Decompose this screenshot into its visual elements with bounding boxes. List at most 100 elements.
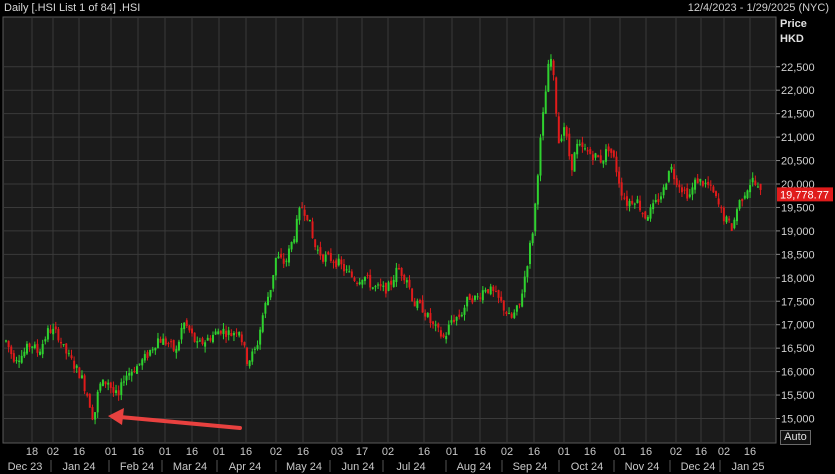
- candle-body: [607, 146, 610, 152]
- candle-body: [751, 177, 754, 183]
- candle-body: [424, 312, 427, 317]
- candle-body: [353, 277, 356, 281]
- candle-body: [180, 327, 183, 340]
- candle-body: [466, 296, 469, 307]
- auto-scale-button[interactable]: Auto: [780, 430, 811, 445]
- y-tick-label: 15,000: [781, 414, 815, 426]
- candle-body: [688, 194, 691, 197]
- x-tick-label-day: 16: [744, 446, 756, 458]
- candle-body: [33, 344, 36, 348]
- candle-body: [301, 207, 304, 209]
- candle-body: [67, 353, 70, 355]
- candle-body: [552, 60, 555, 76]
- x-tick-label-day: 02: [718, 446, 730, 458]
- candle-body: [701, 181, 704, 186]
- candle-body: [641, 213, 644, 215]
- candle-body: [141, 359, 144, 366]
- candle-body: [256, 345, 259, 350]
- y-tick-label: 21,000: [781, 132, 815, 144]
- candle-body: [515, 305, 518, 312]
- candle-body: [646, 216, 649, 221]
- candle-body: [654, 200, 657, 203]
- currency-axis-label: HKD: [780, 33, 804, 45]
- candle-body: [60, 341, 63, 344]
- candle-body: [602, 160, 605, 164]
- candle-body: [625, 196, 628, 206]
- candle-body: [322, 254, 325, 262]
- candle-body: [411, 288, 414, 301]
- candle-body: [492, 286, 495, 292]
- candle-body: [44, 339, 47, 342]
- candle-body: [434, 324, 437, 326]
- candle-body: [149, 350, 152, 356]
- candle-body: [518, 303, 521, 305]
- candle-body: [49, 329, 52, 333]
- x-tick-label-month: Oct 24: [571, 461, 603, 473]
- candle-body: [46, 328, 49, 340]
- candle-body: [526, 266, 529, 277]
- y-tick-label: 17,000: [781, 320, 815, 332]
- candle-body: [565, 126, 568, 137]
- y-tick-label: 16,500: [781, 343, 815, 355]
- candle-body: [756, 186, 759, 188]
- candle-body: [78, 367, 81, 379]
- candle-body: [188, 325, 191, 331]
- candle-body: [531, 233, 534, 244]
- x-tick-label-day: 01: [105, 446, 117, 458]
- candle-body: [709, 184, 712, 186]
- x-tick-label-month: Mar 24: [173, 461, 207, 473]
- candle-body: [88, 394, 91, 408]
- candle-body: [573, 152, 576, 172]
- candle-body: [728, 218, 731, 221]
- candle-body: [657, 199, 660, 202]
- candle-body: [274, 257, 277, 276]
- candle-body: [261, 315, 264, 332]
- candle-body: [219, 330, 222, 334]
- candle-body: [225, 330, 228, 337]
- candle-body: [10, 346, 13, 355]
- candle-body: [612, 150, 615, 157]
- candle-body: [413, 301, 416, 307]
- candle-body: [620, 182, 623, 196]
- candle-body: [749, 185, 752, 193]
- x-tick-label-month: Jan 24: [62, 461, 95, 473]
- candle-body: [489, 286, 492, 295]
- x-tick-label-month: Dec 24: [681, 461, 716, 473]
- candle-body: [12, 353, 15, 362]
- candle-body: [5, 340, 7, 342]
- candle-body: [374, 286, 377, 288]
- candle-body: [418, 299, 421, 303]
- candle-body: [36, 343, 39, 353]
- candle-body: [248, 360, 251, 367]
- candle-body: [206, 337, 209, 341]
- candle-body: [447, 324, 450, 335]
- candle-body: [217, 331, 220, 335]
- x-tick-label-month: Apr 24: [229, 461, 261, 473]
- candle-body: [285, 260, 288, 262]
- candle-body: [282, 258, 285, 264]
- candle-body: [746, 190, 749, 199]
- candle-body: [563, 127, 566, 136]
- x-tick-label-day: 16: [240, 446, 252, 458]
- candle-body: [238, 332, 241, 336]
- candle-body: [358, 282, 361, 285]
- candle-body: [500, 296, 503, 301]
- candle-body: [497, 290, 500, 298]
- candle-body: [508, 313, 511, 315]
- candlestick-chart[interactable]: 15,000 15,500 16,000 16,500 17,000 17,500 18,0…: [0, 0, 835, 474]
- candle-body: [618, 171, 621, 184]
- candle-body: [649, 207, 652, 219]
- candle-body: [211, 334, 214, 343]
- candle-body: [52, 328, 55, 335]
- candle-body: [117, 390, 120, 396]
- candle-body: [460, 314, 463, 317]
- candle-body: [83, 375, 86, 392]
- candle-body: [120, 382, 123, 396]
- candle-body: [75, 365, 78, 368]
- candle-body: [644, 211, 647, 219]
- candle-body: [581, 142, 584, 147]
- x-tick-label-month: Jun 24: [341, 461, 374, 473]
- x-tick-label-day: 02: [670, 446, 682, 458]
- candle-body: [314, 239, 317, 248]
- x-tick-label-day: 02: [270, 446, 282, 458]
